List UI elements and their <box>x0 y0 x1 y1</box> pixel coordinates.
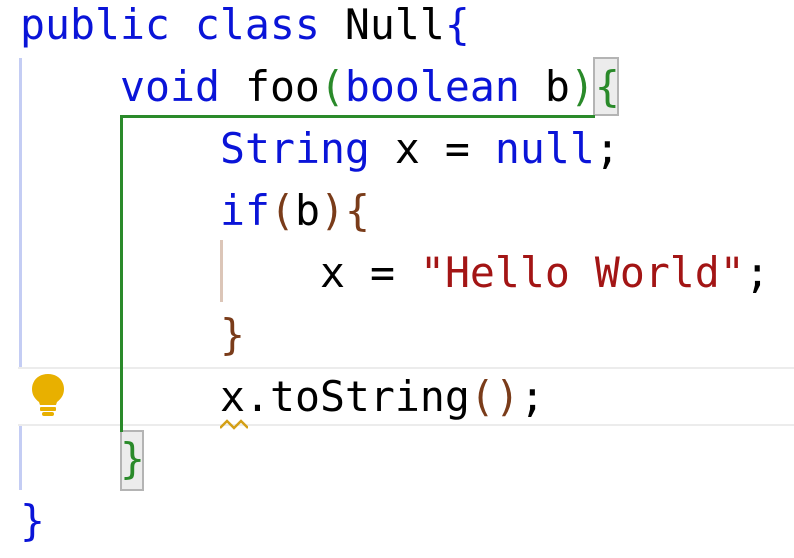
code-token: ( <box>319 62 345 111</box>
code-token: String <box>220 124 370 173</box>
code-token: { <box>344 186 370 235</box>
code-token: boolean <box>344 62 520 111</box>
method-scope-line-left <box>120 115 123 432</box>
code-token: ; <box>519 372 545 421</box>
code-token: } <box>220 310 245 359</box>
lightbulb-icon[interactable] <box>30 372 66 418</box>
code-line[interactable]: public class Null{ <box>20 0 470 56</box>
code-token: ; <box>744 248 770 297</box>
code-line[interactable]: } <box>20 490 45 552</box>
code-token: ) <box>569 62 595 111</box>
code-token: } <box>20 496 45 545</box>
code-token: ; <box>594 124 620 173</box>
code-token: foo <box>244 62 320 111</box>
code-line[interactable]: x.toString(); <box>220 366 545 428</box>
code-token: ( <box>469 372 495 421</box>
code-token: ) <box>319 186 345 235</box>
code-token: if <box>220 186 270 235</box>
code-token: x.toString <box>220 372 470 421</box>
code-token: public <box>20 0 170 49</box>
code-token: { <box>444 0 470 49</box>
code-token: class <box>194 0 320 49</box>
code-token: ) <box>494 372 520 421</box>
code-editor[interactable]: public class Null{void foo(boolean b){St… <box>0 0 794 558</box>
code-line[interactable]: if(b){ <box>220 180 370 242</box>
code-token: void <box>120 62 220 111</box>
code-line[interactable]: } <box>220 304 245 366</box>
code-line[interactable]: x = "Hello World"; <box>320 242 770 304</box>
code-token: x = <box>320 248 420 297</box>
code-token: x = <box>369 124 495 173</box>
code-token: } <box>120 434 145 483</box>
code-token: b <box>294 186 320 235</box>
code-token: "Hello World" <box>419 248 745 297</box>
code-token: ( <box>269 186 295 235</box>
code-token: null <box>494 124 595 173</box>
squiggle-underline-icon <box>220 419 248 430</box>
code-token: Null <box>344 0 445 49</box>
code-line[interactable]: String x = null; <box>220 118 620 180</box>
indent-guide-if <box>220 240 223 302</box>
code-token: b <box>519 62 570 111</box>
code-token: { <box>594 62 620 111</box>
code-line[interactable]: } <box>120 428 145 490</box>
code-line[interactable]: void foo(boolean b){ <box>120 56 620 118</box>
